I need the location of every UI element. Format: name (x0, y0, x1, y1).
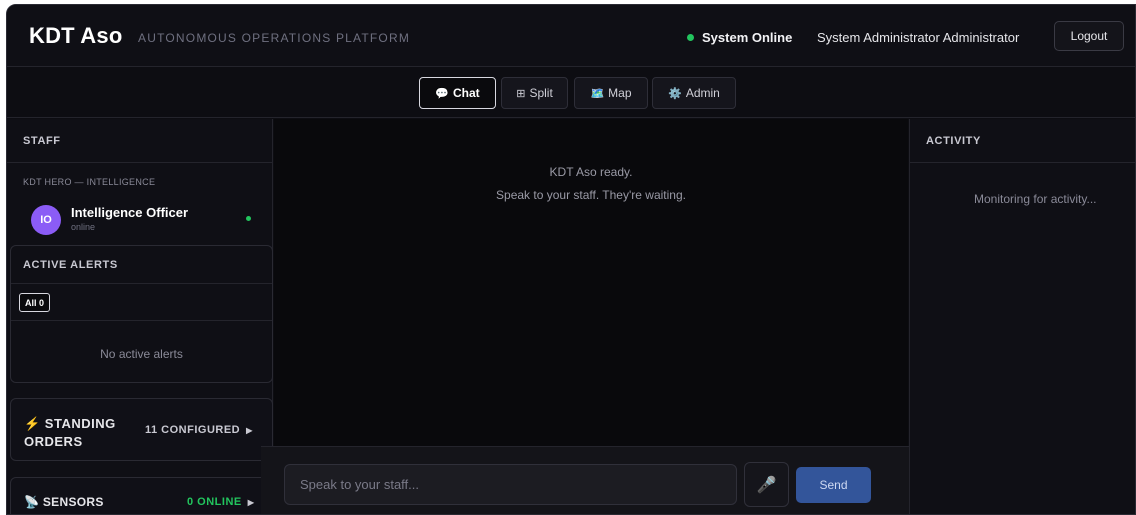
alerts-header: ACTIVE ALERTS (11, 246, 272, 284)
online-dot-icon (246, 216, 251, 221)
standing-orders-count: 11 CONFIGURED ▶ (145, 424, 253, 436)
alerts-empty-text: No active alerts (100, 347, 183, 361)
chat-ready-subtext: Speak to your staff. They're waiting. (496, 188, 686, 202)
tab-split-label: Split (529, 86, 553, 100)
agent-status: online (71, 222, 96, 232)
view-tabs: 💬 Chat ⊞ Split 🗺️ Map ⚙️ Admin (7, 68, 1135, 118)
tab-map-label: Map (608, 86, 632, 100)
send-button[interactable]: Send (796, 467, 871, 503)
activity-title: ACTIVITY (926, 135, 981, 147)
gear-icon: ⚙️ (668, 87, 682, 100)
brand-tagline: AUTONOMOUS OPERATIONS PLATFORM (138, 31, 411, 45)
tab-chat[interactable]: 💬 Chat (419, 77, 496, 109)
sensors-count-label: 0 ONLINE (187, 496, 242, 508)
tab-admin[interactable]: ⚙️ Admin (652, 77, 736, 109)
system-status: System Online (687, 30, 792, 45)
map-icon: 🗺️ (590, 87, 605, 100)
tab-admin-label: Admin (685, 86, 720, 100)
staff-item-intelligence-officer[interactable]: IO Intelligence Officer online (21, 199, 261, 241)
sensors-count: 0 ONLINE ▶ (187, 496, 254, 508)
tab-split[interactable]: ⊞ Split (501, 77, 568, 109)
expand-arrow-icon: ▶ (246, 426, 253, 435)
chat-bubble-icon: 💬 (435, 87, 450, 100)
staff-title: STAFF (23, 135, 61, 147)
activity-sidebar: ACTIVITY Monitoring for activity... (909, 119, 1135, 514)
staff-header: STAFF (7, 119, 273, 163)
chat-input[interactable] (284, 464, 737, 505)
app-window: KDT Aso AUTONOMOUS OPERATIONS PLATFORM S… (6, 4, 1136, 515)
top-header: KDT Aso AUTONOMOUS OPERATIONS PLATFORM S… (7, 5, 1135, 67)
brand-logo: KDT Aso (29, 23, 123, 48)
tab-chat-label: Chat (453, 86, 480, 100)
sensors-title: 📡 SENSORS (24, 495, 104, 509)
logout-button[interactable]: Logout (1054, 21, 1124, 51)
status-online-icon (687, 34, 694, 42)
standing-orders-title: ⚡ STANDING ORDERS (24, 416, 116, 449)
user-name: System Administrator Administrator (817, 30, 1020, 45)
tab-map[interactable]: 🗺️ Map (574, 77, 648, 109)
microphone-icon: 🎤 (756, 476, 777, 494)
system-status-label: System Online (702, 30, 793, 45)
standing-orders-count-label: 11 CONFIGURED (145, 424, 241, 436)
alerts-filter-all[interactable]: All 0 (19, 293, 51, 312)
activity-header: ACTIVITY (910, 119, 1135, 163)
sensors-panel[interactable]: 📡 SENSORS 0 ONLINE ▶ (10, 477, 273, 514)
standing-orders-panel[interactable]: ⚡ STANDING ORDERS 11 CONFIGURED ▶ (10, 398, 273, 461)
avatar: IO (31, 205, 61, 235)
expand-arrow-icon: ▶ (247, 498, 255, 507)
microphone-button[interactable]: 🎤 (744, 462, 789, 507)
agent-name: Intelligence Officer (71, 205, 189, 220)
activity-empty-text: Monitoring for activity... (974, 192, 1097, 206)
active-alerts-panel: ACTIVE ALERTS All 0 No active alerts (10, 245, 273, 383)
split-grid-icon: ⊞ (516, 87, 526, 100)
chat-ready-text: KDT Aso ready. (549, 165, 633, 179)
chat-composer: 🎤 Send (261, 446, 909, 514)
staff-group-label: KDT HERO — INTELLIGENCE (23, 177, 156, 187)
left-sidebar: STAFF KDT HERO — INTELLIGENCE IO Intelli… (7, 119, 273, 514)
alerts-filter-row: All 0 (11, 284, 272, 321)
alerts-title: ACTIVE ALERTS (23, 259, 118, 271)
